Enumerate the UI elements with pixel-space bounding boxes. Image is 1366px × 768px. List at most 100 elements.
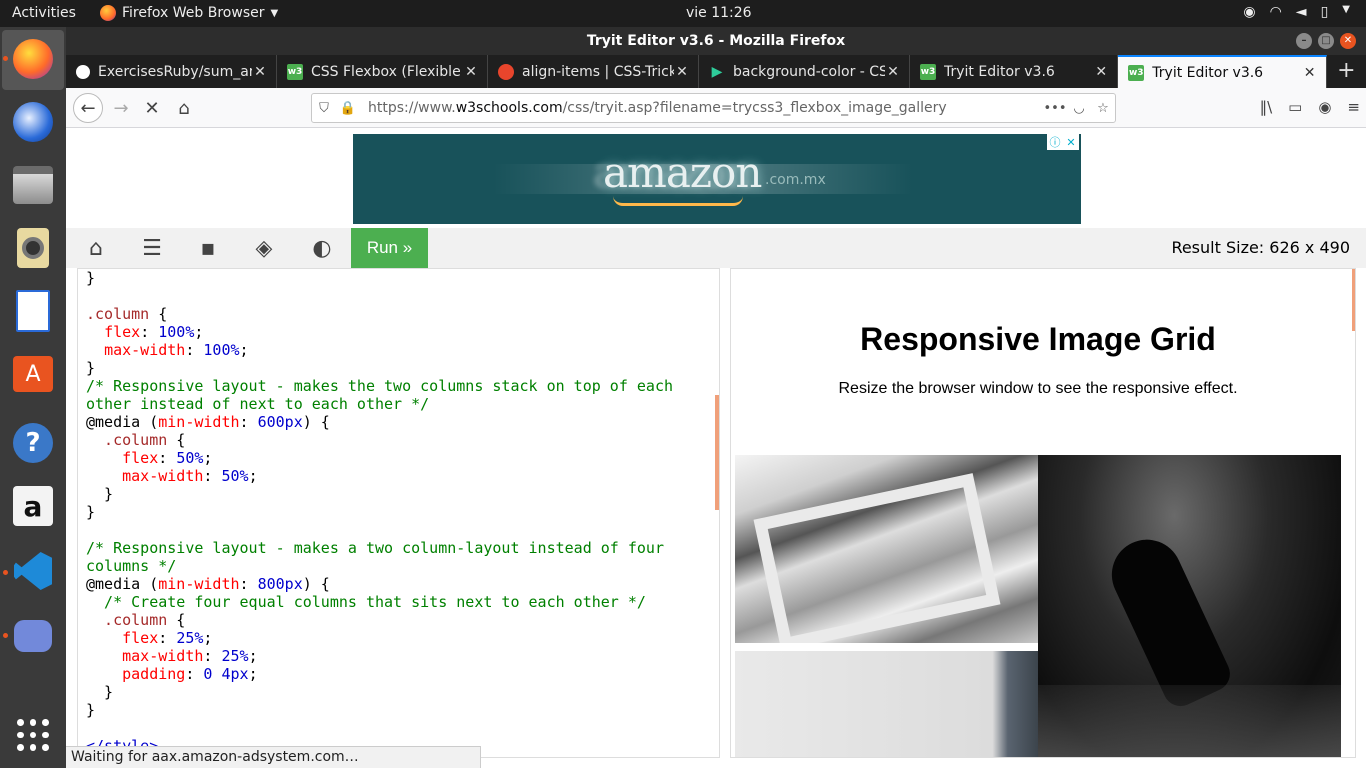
app-menu-label: Firefox Web Browser (122, 5, 265, 21)
software-dock-icon[interactable]: A (11, 352, 55, 396)
code-line: max-width: 100%; (86, 341, 673, 359)
code-token: : (185, 341, 204, 359)
code-token: } (86, 701, 96, 719)
save-icon[interactable]: ▪ (194, 235, 222, 261)
theme-toggle-icon[interactable]: ◐ (308, 235, 336, 261)
account-icon[interactable]: ◉ (1318, 98, 1331, 116)
discord-dock-icon[interactable] (11, 614, 55, 658)
ad-logo: amazon (603, 148, 762, 197)
w3schools-icon: w3 (1128, 64, 1145, 81)
tab-align-items[interactable]: align-items | CSS-Tricks ✕ (488, 55, 699, 88)
writer-dock-icon[interactable] (11, 289, 55, 333)
code-token: : (203, 647, 222, 665)
code-line: } (86, 503, 673, 521)
code-token: @media ( (86, 575, 159, 593)
close-tab-icon[interactable]: ✕ (674, 64, 690, 80)
files-dock-icon[interactable] (11, 163, 55, 207)
tracking-protection-icon[interactable]: ⛉ (312, 101, 336, 116)
close-tab-icon[interactable]: ✕ (463, 64, 479, 80)
forward-button[interactable]: → (107, 94, 135, 122)
code-token: 0 4px (203, 665, 249, 683)
thunderbird-dock-icon[interactable] (11, 100, 55, 144)
code-token: : (158, 449, 177, 467)
hamburger-menu-icon[interactable]: ≡ (1347, 98, 1360, 116)
clock[interactable]: vie 11:26 (686, 5, 752, 21)
stop-button[interactable]: ✕ (138, 94, 166, 122)
tab-exercises-ruby[interactable]: ExercisesRuby/sum_ar ✕ (66, 55, 277, 88)
code-token: ; (203, 629, 213, 647)
tab-tryit-editor[interactable]: w3 Tryit Editor v3.6 ✕ (910, 55, 1119, 88)
status-bar: Waiting for aax.amazon-adsystem.com… (66, 746, 481, 768)
code-token: 25% (176, 629, 204, 647)
pocket-icon[interactable]: ◡ (1067, 101, 1091, 116)
code-text[interactable]: } .column { flex: 100%; max-width: 100%;}… (86, 269, 673, 755)
maximize-button[interactable]: □ (1318, 33, 1334, 49)
tab-tryit-editor-active[interactable]: w3 Tryit Editor v3.6 ✕ (1118, 55, 1327, 88)
ad-info-icon[interactable]: ⓘ (1047, 134, 1063, 150)
tab-css-flexbox[interactable]: w3 CSS Flexbox (Flexible B ✕ (277, 55, 488, 88)
back-button[interactable]: ← (73, 93, 103, 123)
code-line: } (86, 485, 673, 503)
tab-background-color[interactable]: ▶ background-color - CSS ✕ (699, 55, 910, 88)
code-line: columns */ (86, 557, 673, 575)
code-token: : (203, 467, 222, 485)
code-line: .column { (86, 611, 673, 629)
url-text[interactable]: https://www.w3schools.com/css/tryit.asp?… (368, 100, 1043, 116)
code-line: .column { (86, 305, 673, 323)
home-button[interactable]: ⌂ (170, 94, 198, 122)
result-frame: Responsive Image Grid Resize the browser… (730, 268, 1356, 758)
menu-icon[interactable]: ☰ (138, 235, 166, 261)
code-token: padding (122, 665, 186, 683)
tab-label: ExercisesRuby/sum_ar (98, 63, 252, 80)
system-tray[interactable]: ◉ ◠ ◄ ▯ ▼ (1243, 4, 1350, 20)
library-icon[interactable]: ‖\ (1260, 98, 1273, 116)
app-menu[interactable]: Firefox Web Browser ▼ (100, 5, 278, 21)
run-button[interactable]: Run » (351, 228, 428, 268)
show-applications-icon[interactable] (11, 713, 55, 757)
close-window-button[interactable]: ✕ (1340, 33, 1356, 49)
code-token: flex (122, 629, 159, 647)
help-dock-icon[interactable]: ? (11, 421, 55, 465)
minimize-button[interactable]: – (1296, 33, 1312, 49)
close-tab-icon[interactable]: ✕ (885, 64, 901, 80)
ad-close-icon[interactable]: ✕ (1063, 134, 1079, 150)
tab-bar: ExercisesRuby/sum_ar ✕ w3 CSS Flexbox (F… (66, 55, 1366, 88)
home-icon[interactable]: ⌂ (82, 235, 110, 261)
code-token: ; (194, 323, 204, 341)
close-tab-icon[interactable]: ✕ (252, 64, 268, 80)
page-actions-icon[interactable]: ••• (1043, 101, 1067, 116)
bookmark-star-icon[interactable]: ☆ (1091, 101, 1115, 116)
close-tab-icon[interactable]: ✕ (1302, 65, 1318, 81)
code-token: : (185, 665, 204, 683)
new-tab-button[interactable]: + (1327, 55, 1366, 88)
code-line: @media (min-width: 600px) { (86, 413, 673, 431)
code-token: : (140, 323, 159, 341)
code-token: } (86, 683, 114, 701)
close-tab-icon[interactable]: ✕ (1093, 64, 1109, 80)
rotate-icon[interactable]: ◈ (250, 235, 278, 261)
ad-banner[interactable]: amazon .com.mx ⓘ ✕ (353, 134, 1081, 224)
code-line: } (86, 683, 673, 701)
firefox-dock-icon[interactable] (11, 37, 55, 81)
result-subtitle: Resize the browser window to see the res… (838, 380, 1238, 397)
result-scrollbar[interactable] (1352, 269, 1355, 331)
rhythmbox-dock-icon[interactable] (11, 226, 55, 270)
activities-button[interactable]: Activities (12, 5, 76, 21)
sidebar-icon[interactable]: ▭ (1288, 98, 1302, 116)
power-menu-icon[interactable]: ▼ (1342, 4, 1350, 20)
discord-tray-icon[interactable]: ◉ (1243, 4, 1255, 20)
result-heading: Responsive Image Grid (860, 321, 1216, 357)
code-token: min-width (158, 575, 240, 593)
window-titlebar[interactable]: Tryit Editor v3.6 - Mozilla Firefox – □ … (66, 27, 1366, 55)
github-icon (76, 64, 90, 79)
code-editor[interactable]: } .column { flex: 100%; max-width: 100%;}… (77, 268, 720, 758)
vscode-dock-icon[interactable] (11, 549, 55, 593)
amazon-dock-icon[interactable]: a (11, 484, 55, 528)
editor-scrollbar[interactable] (715, 395, 719, 510)
lock-icon[interactable]: 🔒 (336, 101, 360, 116)
url-bar[interactable]: ⛉ 🔒 https://www.w3schools.com/css/tryit.… (311, 93, 1116, 123)
